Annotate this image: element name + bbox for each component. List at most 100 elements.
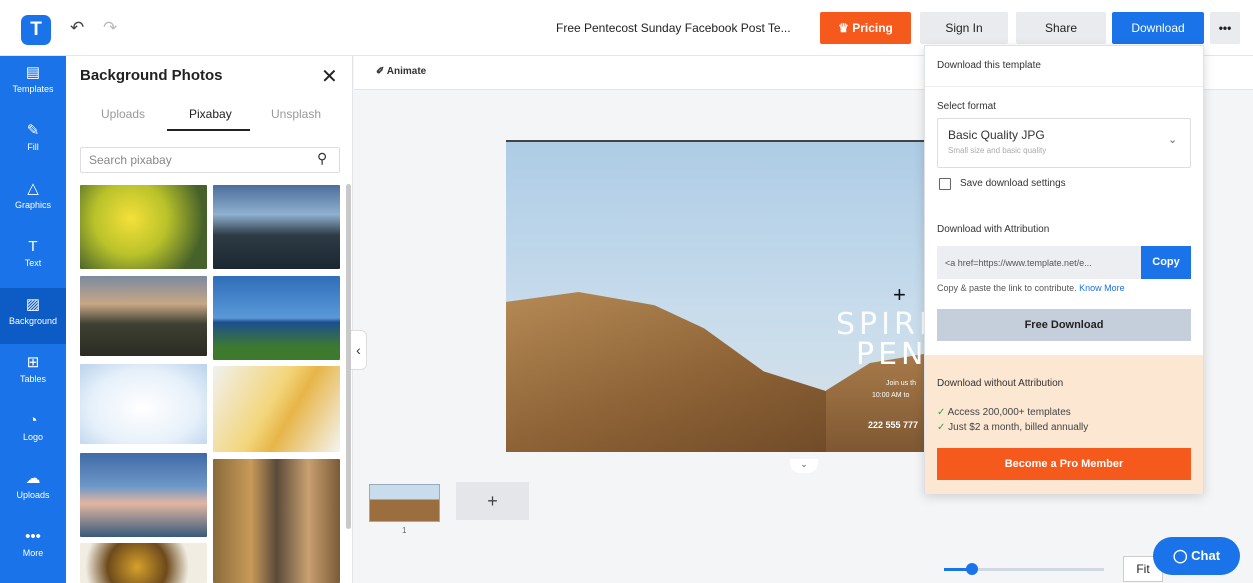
select-format-label: Select format [937,101,996,112]
chevron-down-icon[interactable]: ⌄ [790,459,818,473]
photo-thumbnail[interactable] [80,185,207,269]
copy-button[interactable]: Copy [1141,246,1191,279]
rail-item-fill[interactable]: ✎ Fill [0,114,66,170]
more-options-button[interactable]: ••• [1210,12,1240,44]
check-icon: ✓ [937,407,946,418]
photo-thumbnail[interactable] [80,543,207,583]
rail-item-templates[interactable]: ▤ Templates [0,56,66,112]
canvas-body-text[interactable]: Join us th [886,380,916,387]
photo-thumbnail[interactable] [80,276,207,356]
rail-label: Logo [22,432,44,442]
close-icon[interactable]: ✕ [321,64,338,89]
panel-title: Background Photos [80,67,223,84]
rail-label: Text [24,258,42,268]
pro-upsell-section: Download without Attribution ✓ Access 20… [925,355,1203,494]
upload-cloud-icon: ☁ [25,470,41,487]
design-canvas[interactable]: SPIRIT PENT Join us th 10:00 AM to 222 5… [506,140,926,452]
canvas-phone-text[interactable]: 222 555 777 [868,420,918,430]
photo-thumbnail[interactable] [213,276,340,360]
rail-item-tables[interactable]: ⊞ Tables [0,346,66,402]
rail-label: Fill [27,142,39,152]
pro-feature: ✓ Access 200,000+ templates [937,407,1071,418]
chat-bubble-icon: ◯ [1172,548,1188,563]
format-name: Basic Quality JPG [948,128,1045,142]
pricing-button[interactable]: ♛ Pricing [820,12,911,44]
rail-label: Templates [12,84,54,94]
page-number: 1 [402,526,407,535]
share-button[interactable]: Share [1016,12,1106,44]
page-thumbnail[interactable] [369,484,440,522]
pro-feature: ✓ Just $2 a month, billed annually [937,422,1088,433]
zoom-slider-handle[interactable] [966,563,978,575]
save-settings-label[interactable]: Save download settings [960,178,1066,189]
copy-hint-text: Copy & paste the link to contribute. [937,283,1077,293]
move-cursor-icon: + [893,282,906,307]
active-tab-underline [167,129,250,131]
photo-thumbnail[interactable] [213,185,340,269]
sign-in-button[interactable]: Sign In [920,12,1008,44]
become-pro-button[interactable]: Become a Pro Member [937,448,1191,480]
know-more-link[interactable]: Know More [1079,283,1125,293]
rail-label: Background [8,316,58,326]
tab-unsplash[interactable]: Unsplash [271,107,321,121]
logo-icon: ◔ [28,412,38,429]
without-attribution-label: Download without Attribution [937,378,1064,389]
chat-button[interactable]: ◯ Chat [1153,537,1240,575]
canvas-time-text[interactable]: 10:00 AM to [872,392,909,399]
background-photos-panel: Background Photos ✕ Uploads Pixabay Unsp… [66,56,353,583]
tables-icon: ⊞ [26,354,40,371]
crown-icon: ♛ [838,21,849,35]
copy-hint: Copy & paste the link to contribute. Kno… [937,283,1125,293]
download-menu-heading: Download this template [937,60,1041,71]
chevron-down-icon: ⌄ [1168,134,1178,146]
canvas-rock-left [506,292,836,452]
undo-icon[interactable]: ↶ [70,18,84,38]
download-button[interactable]: Download [1112,12,1204,44]
redo-icon[interactable]: ↷ [103,18,117,38]
rail-item-logo[interactable]: ◔ Logo [0,404,66,460]
save-settings-checkbox[interactable] [939,178,951,190]
check-icon: ✓ [937,422,946,433]
download-menu: Download this template Select format Bas… [924,45,1204,494]
rail-item-text[interactable]: T Text [0,230,66,286]
photo-thumbnail[interactable] [213,366,340,452]
tab-uploads[interactable]: Uploads [101,107,145,121]
rail-label: Tables [19,374,46,384]
rail-item-background[interactable]: ▨ Background [0,288,66,344]
attribution-link-field[interactable] [937,246,1141,279]
rail-label: Uploads [16,490,50,500]
app-logo[interactable]: T [21,15,51,45]
graphics-icon: △ [27,180,39,197]
chat-label: Chat [1191,548,1221,563]
more-dots-icon: ••• [25,528,41,545]
format-select[interactable]: Basic Quality JPG Small size and basic q… [937,118,1191,168]
text-icon: T [28,238,38,255]
photo-thumbnail[interactable] [80,364,207,444]
pricing-label: Pricing [852,21,893,35]
rail-item-uploads[interactable]: ☁ Uploads [0,462,66,518]
search-input[interactable] [80,147,340,173]
rail-item-more[interactable]: ••• More [0,520,66,576]
divider [925,86,1203,87]
canvas-heading-line2[interactable]: PENT [856,337,926,372]
templates-icon: ▤ [25,64,41,81]
add-page-button[interactable]: + [456,482,529,520]
photo-thumbnail[interactable] [213,459,340,583]
left-rail: ▤ Templates ✎ Fill △ Graphics T Text ▨ B… [0,56,66,583]
pro-feature-text: Just $2 a month, billed annually [948,422,1089,433]
rail-item-graphics[interactable]: △ Graphics [0,172,66,228]
background-icon: ▨ [25,296,41,313]
rail-label: More [22,548,44,558]
animate-button[interactable]: ✐ Animate [376,66,426,77]
collapse-panel-button[interactable]: ‹ [351,330,367,370]
search-icon[interactable]: ⚲ [317,150,327,167]
attribution-label: Download with Attribution [937,224,1050,235]
pro-feature-text: Access 200,000+ templates [947,407,1071,418]
format-description: Small size and basic quality [948,146,1047,155]
photo-thumbnail[interactable] [80,453,207,537]
fill-icon: ✎ [26,122,40,139]
free-download-button[interactable]: Free Download [937,309,1191,341]
tab-pixabay[interactable]: Pixabay [189,107,232,121]
rail-label: Graphics [14,200,51,210]
document-title[interactable]: Free Pentecost Sunday Facebook Post Te..… [556,21,791,35]
